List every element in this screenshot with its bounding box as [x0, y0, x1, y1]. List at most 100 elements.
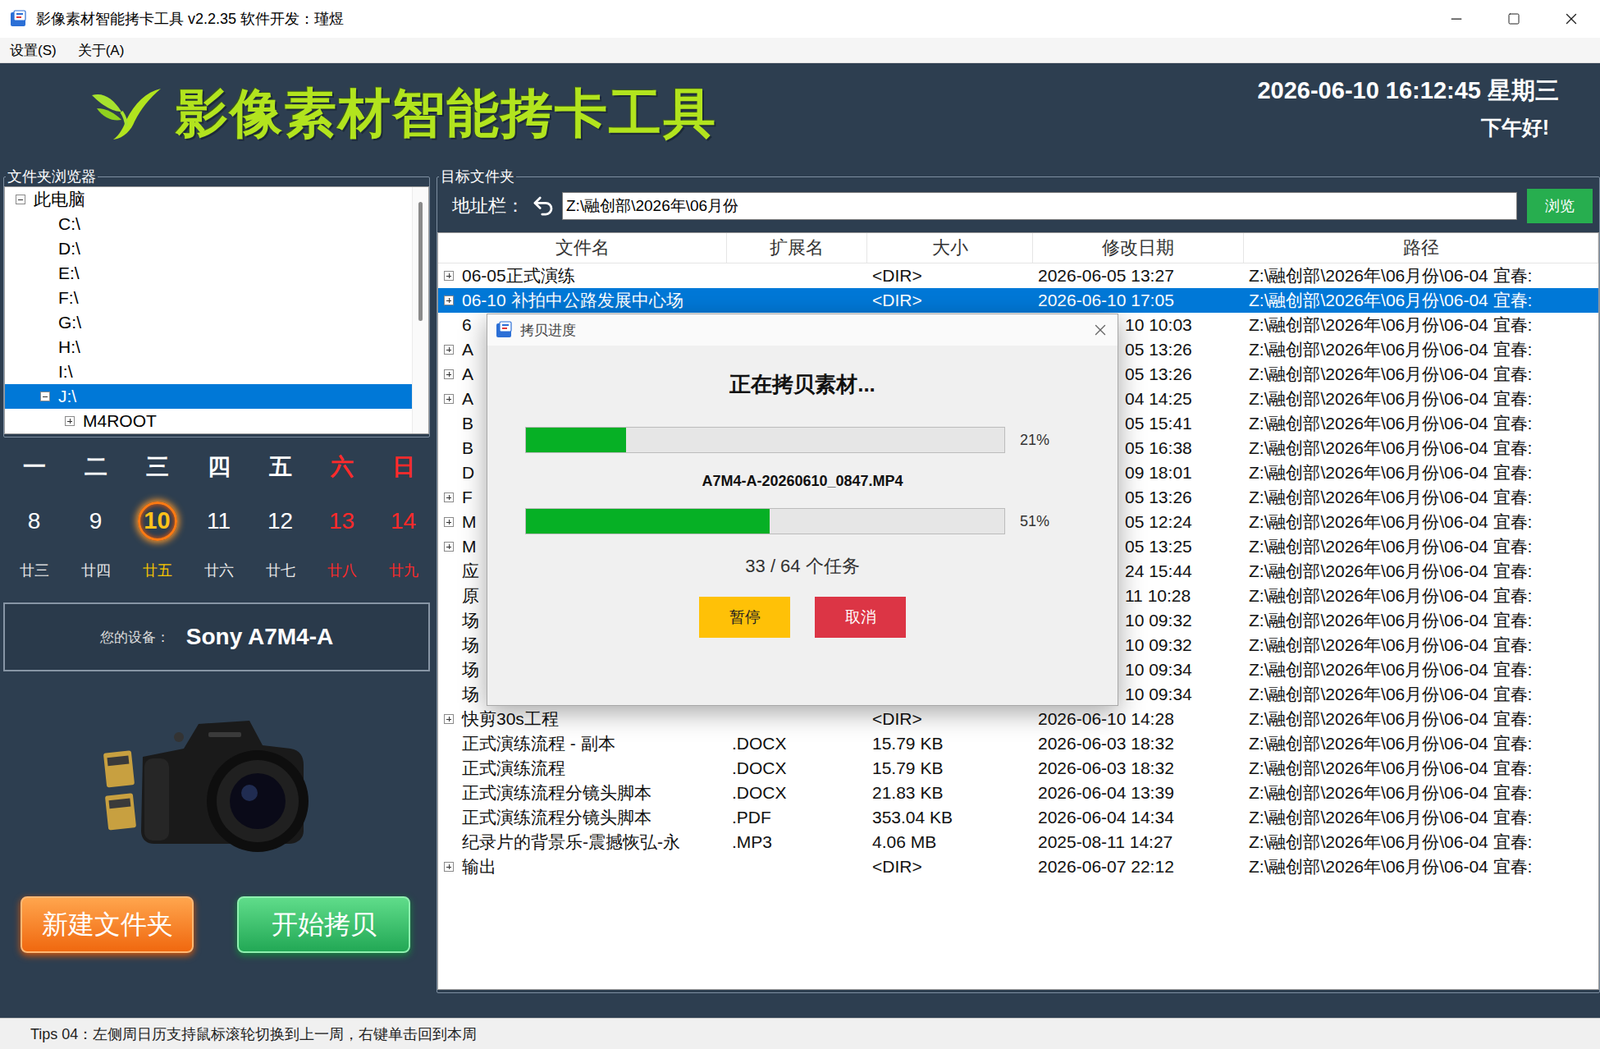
tree-item[interactable]: F:\ [4, 285, 412, 311]
column-header[interactable]: 修改日期 [1033, 233, 1244, 263]
expand-icon[interactable] [443, 713, 454, 724]
tree-item[interactable]: G:\ [4, 310, 412, 335]
lunar-date: 廿三 [3, 557, 65, 583]
back-icon[interactable] [530, 193, 556, 219]
tree-item[interactable]: D:\ [4, 236, 412, 261]
expander-slot [443, 417, 455, 430]
path-cell: Z:\融创部\2026年\06月份\06-04 宜春: [1243, 583, 1599, 608]
menu-item[interactable]: 设置(S) [6, 39, 60, 62]
action-button[interactable]: 新建文件夹 [20, 896, 194, 953]
close-icon [1562, 9, 1581, 28]
file-name: M [461, 536, 477, 557]
weekday-label: 五 [249, 450, 311, 484]
column-header[interactable]: 扩展名 [726, 233, 868, 263]
table-row[interactable]: 06-05正式演练<DIR>2026-06-05 13:27Z:\融创部\202… [438, 263, 1599, 288]
column-header[interactable]: 大小 [867, 233, 1034, 263]
expand-icon[interactable] [443, 344, 454, 355]
path-cell: Z:\融创部\2026年\06月份\06-04 宜春: [1243, 706, 1599, 732]
calendar-day[interactable]: 13 [310, 489, 373, 552]
file-name: A [461, 388, 474, 409]
maximize-button[interactable] [1485, 0, 1543, 38]
table-row[interactable]: 正式演练流程 - 副本.DOCX15.79 KB2026-06-03 18:32… [438, 731, 1599, 756]
file-name: 场 [461, 682, 480, 706]
tree-label: G:\ [58, 312, 82, 333]
tree-item[interactable]: C:\ [4, 211, 412, 237]
pause-button[interactable]: 暂停 [699, 596, 791, 638]
expand-icon[interactable] [443, 516, 454, 527]
date-cell: 2026-06-10 17:05 [1033, 288, 1244, 313]
date-cell: 2025-08-11 14:27 [1033, 829, 1244, 855]
calendar-day[interactable]: 9 [64, 489, 127, 552]
path-cell: Z:\融创部\2026年\06月份\06-04 宜春: [1243, 484, 1599, 510]
table-row[interactable]: 正式演练流程分镜头脚本.DOCX21.83 KB2026-06-04 13:39… [438, 780, 1599, 805]
calendar-day[interactable]: 8 [3, 489, 65, 552]
tree-item[interactable]: M4ROOT [4, 408, 412, 434]
collapse-icon[interactable] [40, 391, 51, 402]
expand-icon[interactable] [443, 861, 454, 872]
scroll-thumb[interactable] [418, 201, 423, 321]
expander-slot [443, 343, 455, 356]
ext-cell: .DOCX [726, 755, 868, 781]
name-cell: 输出 [438, 854, 727, 879]
calendar-day[interactable]: 10 [126, 489, 188, 552]
dialog-close-icon[interactable] [1091, 320, 1110, 339]
expander-slot [443, 688, 455, 700]
collapse-icon[interactable] [15, 194, 26, 205]
tree-item[interactable]: 此电脑 [4, 187, 412, 212]
file-name: 06-05正式演练 [461, 264, 576, 288]
table-row[interactable]: 输出<DIR>2026-06-07 22:12Z:\融创部\2026年\06月份… [438, 854, 1599, 879]
cancel-button[interactable]: 取消 [814, 596, 906, 638]
column-header[interactable]: 文件名 [438, 233, 727, 263]
table-row[interactable]: 快剪30s工程<DIR>2026-06-10 14:28Z:\融创部\2026年… [438, 706, 1599, 732]
tree-item[interactable]: I:\ [4, 359, 412, 384]
browse-button[interactable]: 浏览 [1526, 188, 1593, 224]
expand-icon[interactable] [443, 393, 454, 404]
tree-item[interactable]: E:\ [4, 260, 412, 286]
minimize-button[interactable] [1427, 0, 1486, 38]
size-cell: 21.83 KB [867, 780, 1034, 805]
app-title: 影像素材智能拷卡工具 [175, 77, 718, 150]
calendar-day[interactable]: 12 [249, 489, 311, 552]
path-cell: Z:\融创部\2026年\06月份\06-04 宜春: [1243, 558, 1599, 584]
address-field[interactable]: Z:\融创部\2026年\06月份 [562, 192, 1518, 220]
file-name: 6 [461, 315, 472, 335]
target-folder: 目标文件夹地址栏：Z:\融创部\2026年\06月份浏览文件名扩展名大小修改日期… [436, 166, 1600, 993]
column-header[interactable]: 路径 [1243, 233, 1599, 263]
tree-item[interactable]: H:\ [4, 334, 412, 360]
file-name: A [461, 339, 474, 360]
calendar-day[interactable]: 11 [187, 489, 250, 552]
expander-slot [443, 663, 455, 676]
action-button[interactable]: 开始拷贝 [237, 896, 411, 953]
table-row[interactable]: 纪录片的背景乐-震撼恢弘-永.MP34.06 MB2025-08-11 14:2… [438, 829, 1599, 855]
main-area: 文件夹浏览器此电脑C:\D:\E:\F:\G:\H:\I:\J:\M4ROOT一… [0, 163, 1600, 1018]
expand-icon[interactable] [443, 369, 454, 380]
table-row[interactable]: 正式演练流程分镜头脚本.PDF353.04 KB2026-06-04 14:34… [438, 804, 1599, 830]
table-row[interactable]: 正式演练流程.DOCX15.79 KB2026-06-03 18:32Z:\融创… [438, 755, 1599, 781]
expand-icon[interactable] [443, 492, 454, 503]
expand-icon[interactable] [443, 295, 454, 306]
close-button[interactable] [1542, 0, 1600, 38]
path-cell: Z:\融创部\2026年\06月份\06-04 宜春: [1243, 411, 1599, 436]
tree-label: E:\ [58, 263, 80, 284]
expand-icon[interactable] [443, 541, 454, 552]
path-cell: Z:\融创部\2026年\06月份\06-04 宜春: [1243, 608, 1599, 633]
week-calendar[interactable]: 一二三四五六日891011121314廿三廿四廿五廿六廿七廿八廿九 [3, 437, 430, 583]
lunar-date: 廿四 [64, 557, 127, 583]
day-number: 13 [329, 507, 355, 535]
overall-progress: 21% [487, 426, 1118, 453]
expand-icon[interactable] [443, 270, 454, 281]
table-row[interactable]: 06-10 补拍中公路发展中心场<DIR>2026-06-10 17:05Z:\… [438, 288, 1599, 313]
ext-cell: .DOCX [726, 731, 868, 756]
scrollbar[interactable] [411, 187, 429, 434]
name-cell: 正式演练流程分镜头脚本 [438, 804, 727, 830]
date-cell: 2026-06-04 14:34 [1033, 804, 1244, 830]
tree-item[interactable]: J:\ [4, 384, 412, 409]
address-label: 地址栏： [452, 193, 525, 219]
menu-item[interactable]: 关于(A) [74, 39, 128, 62]
expander-slot [443, 860, 455, 873]
calendar-day[interactable]: 14 [372, 489, 435, 552]
expand-icon[interactable] [64, 416, 75, 426]
size-cell: 353.04 KB [867, 804, 1034, 830]
day-number: 9 [89, 507, 103, 535]
size-cell: <DIR> [867, 288, 1034, 313]
